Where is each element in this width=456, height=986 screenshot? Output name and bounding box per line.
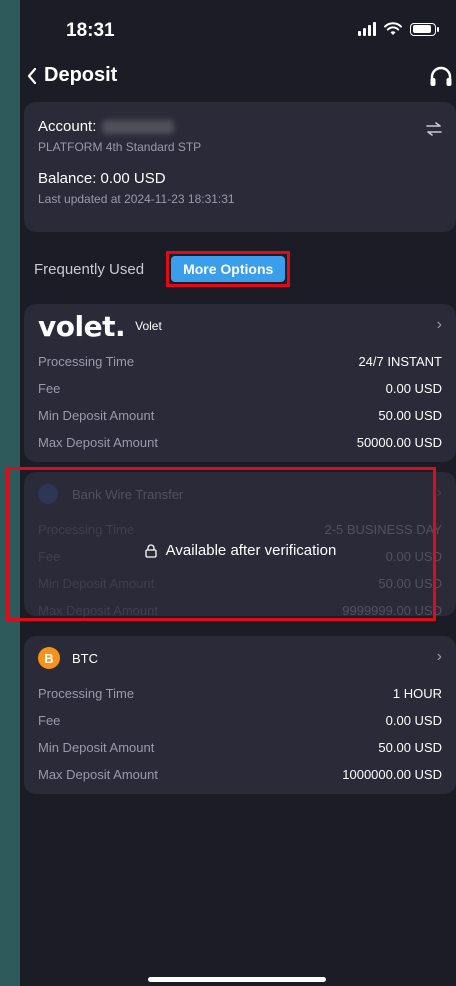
- detail-row: Max Deposit Amount 50000.00 USD: [38, 429, 442, 456]
- back-button[interactable]: Deposit: [26, 64, 117, 87]
- verification-text: Available after verification: [165, 542, 337, 559]
- row-value: 50.00 USD: [378, 740, 442, 755]
- detail-row: Fee 0.00 USD: [38, 707, 442, 734]
- row-value: 2-5 BUSINESS DAY: [324, 522, 442, 537]
- method-card-btc[interactable]: B BTC › Processing Time 1 HOUR Fee 0.00 …: [24, 636, 456, 794]
- phone-screen: 18:31 Deposit Account: PLATFORM 4th Stan…: [20, 0, 456, 986]
- account-platform: PLATFORM 4th Standard STP: [38, 140, 202, 154]
- row-label: Min Deposit Amount: [38, 740, 155, 755]
- row-value: 50.00 USD: [378, 408, 442, 423]
- row-label: Min Deposit Amount: [38, 408, 155, 423]
- row-label: Min Deposit Amount: [38, 576, 155, 591]
- account-balance: Balance: 0.00 USD: [38, 170, 166, 187]
- row-label: Max Deposit Amount: [38, 767, 158, 782]
- deposit-tabs: Frequently Used More Options: [34, 251, 291, 287]
- method-name: Bank Wire Transfer: [72, 486, 184, 502]
- wifi-icon: [384, 22, 402, 35]
- method-card-bank-wire: Bank Wire Transfer › Processing Time 2-5…: [24, 472, 456, 618]
- page-title: Deposit: [44, 64, 118, 86]
- status-time: 18:31: [66, 20, 115, 41]
- detail-row: Min Deposit Amount 50.00 USD: [38, 570, 442, 597]
- detail-row: Processing Time 24/7 INSTANT: [38, 348, 442, 375]
- method-card-volet[interactable]: volet. Volet › Processing Time 24/7 INST…: [24, 304, 456, 462]
- chevron-right-icon: ›: [436, 484, 442, 501]
- nav-bar: Deposit: [20, 60, 456, 96]
- row-value: 24/7 INSTANT: [358, 354, 442, 369]
- method-name: Volet: [135, 319, 162, 333]
- switch-icon[interactable]: [426, 122, 442, 136]
- verification-notice: Available after verification: [24, 542, 456, 559]
- detail-row: Fee 0.00 USD: [38, 375, 442, 402]
- status-bar: 18:31: [20, 0, 456, 60]
- detail-row: Min Deposit Amount 50.00 USD: [38, 402, 442, 429]
- row-value: 0.00 USD: [385, 713, 442, 728]
- status-icons: [358, 22, 439, 36]
- detail-row: Processing Time 2-5 BUSINESS DAY: [38, 516, 442, 543]
- account-card: Account: PLATFORM 4th Standard STP Balan…: [24, 102, 456, 232]
- lock-icon: [145, 543, 157, 558]
- row-value: 50000.00 USD: [356, 435, 442, 450]
- account-label: Account:: [38, 118, 97, 135]
- method-name: BTC: [72, 650, 98, 666]
- btc-icon: B: [38, 647, 60, 669]
- detail-row: Processing Time 1 HOUR: [38, 680, 442, 707]
- detail-row: Max Deposit Amount 9999999.00 USD: [38, 597, 442, 624]
- chevron-right-icon: ›: [436, 316, 442, 333]
- detail-row: Max Deposit Amount 1000000.00 USD: [38, 761, 442, 788]
- volet-logo: volet.: [38, 309, 126, 343]
- account-updated: Last updated at 2024-11-23 18:31:31: [38, 192, 235, 206]
- battery-icon: [410, 22, 439, 36]
- chevron-right-icon: ›: [436, 648, 442, 665]
- row-value: 1 HOUR: [392, 686, 442, 701]
- row-value: 1000000.00 USD: [342, 767, 442, 782]
- chevron-left-icon: [27, 67, 37, 84]
- row-label: Max Deposit Amount: [38, 435, 158, 450]
- row-label: Max Deposit Amount: [38, 603, 158, 618]
- row-label: Fee: [38, 713, 61, 728]
- detail-row: Min Deposit Amount 50.00 USD: [38, 734, 442, 761]
- account-number-blurred: [102, 119, 175, 134]
- headset-icon[interactable]: [428, 64, 454, 90]
- signal-icon: [358, 22, 376, 36]
- row-label: Processing Time: [38, 522, 135, 537]
- tab-more-options-highlight: More Options: [166, 251, 291, 287]
- home-indicator[interactable]: [148, 977, 326, 982]
- row-value: 9999999.00 USD: [342, 603, 442, 618]
- method-header: B BTC ›: [38, 636, 442, 680]
- account-line: Account:: [38, 118, 442, 135]
- tab-more-options[interactable]: More Options: [171, 256, 286, 282]
- row-value: 50.00 USD: [378, 576, 442, 591]
- row-value: 0.00 USD: [385, 381, 442, 396]
- globe-icon: [38, 484, 58, 504]
- method-header: Bank Wire Transfer ›: [38, 472, 442, 516]
- row-label: Processing Time: [38, 354, 135, 369]
- row-label: Fee: [38, 381, 61, 396]
- row-label: Processing Time: [38, 686, 135, 701]
- tab-frequently-used[interactable]: Frequently Used: [34, 261, 144, 278]
- method-header: volet. Volet ›: [38, 304, 442, 348]
